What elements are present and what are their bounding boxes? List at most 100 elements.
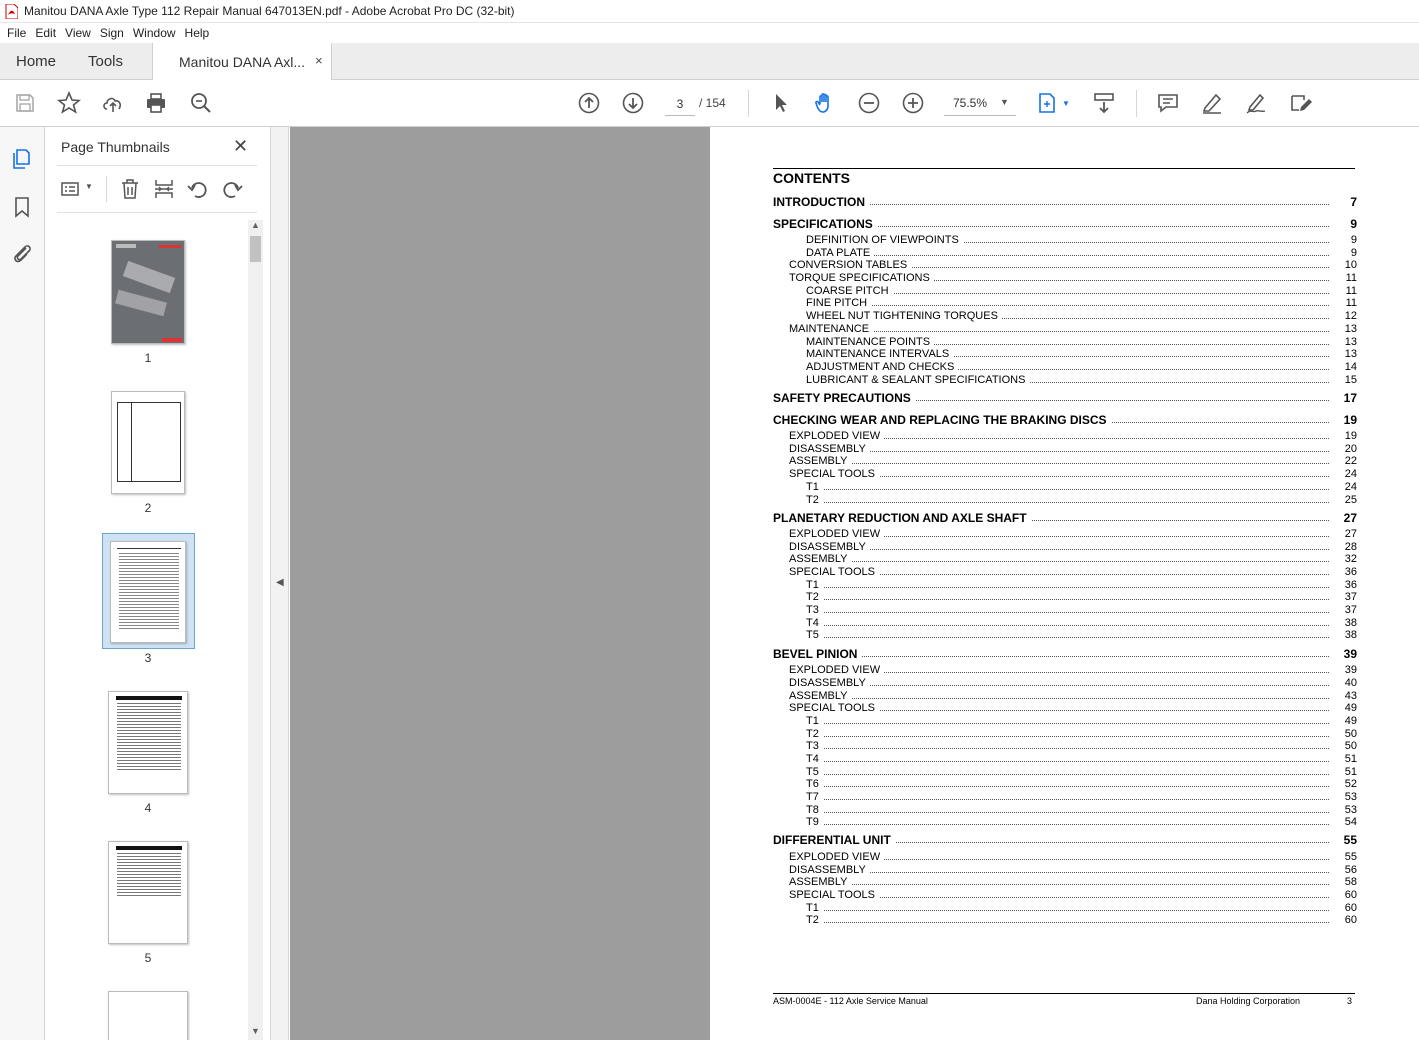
toc-entry[interactable]: WHEEL NUT TIGHTENING TORQUES 12 xyxy=(711,310,1419,324)
next-page-icon[interactable] xyxy=(621,91,645,115)
page-number-input[interactable] xyxy=(665,92,695,116)
toc-entry[interactable]: MAINTENANCE INTERVALS 13 xyxy=(711,348,1419,362)
thumbnail-page-5[interactable] xyxy=(108,841,188,944)
menu-edit[interactable]: Edit xyxy=(31,26,60,40)
toc-entry[interactable]: INTRODUCTION 7 xyxy=(711,195,1419,209)
toc-entry-page: 38 xyxy=(1329,617,1357,629)
toc-entry[interactable]: ASSEMBLY 32 xyxy=(711,553,1419,567)
extract-page-icon[interactable] xyxy=(153,178,175,200)
zoom-in-icon[interactable] xyxy=(901,91,925,115)
thumbnail-page-6[interactable] xyxy=(108,991,188,1040)
collapse-arrow-icon[interactable]: ◀ xyxy=(276,577,284,588)
zoom-search-icon[interactable] xyxy=(189,91,213,115)
toc-entry[interactable]: T6 52 xyxy=(711,778,1419,792)
toc-entry[interactable]: CONVERSION TABLES 10 xyxy=(711,259,1419,273)
page-thumbnails-icon[interactable] xyxy=(10,147,34,171)
toc-entry[interactable]: PLANETARY REDUCTION AND AXLE SHAFT 27 xyxy=(711,511,1419,525)
comment-icon[interactable] xyxy=(1156,91,1180,115)
toc-entry[interactable]: TORQUE SPECIFICATIONS 11 xyxy=(711,272,1419,286)
toc-leader-dots xyxy=(806,761,1329,762)
menu-help[interactable]: Help xyxy=(181,26,214,40)
menu-window[interactable]: Window xyxy=(129,26,180,40)
attachments-icon[interactable] xyxy=(10,241,34,265)
toc-entry[interactable]: T3 50 xyxy=(711,740,1419,754)
scrollbar-thumb[interactable] xyxy=(250,236,261,262)
toc-entry[interactable]: T9 54 xyxy=(711,816,1419,830)
toc-entry[interactable]: BEVEL PINION 39 xyxy=(711,647,1419,661)
fit-page-icon[interactable] xyxy=(1036,91,1064,115)
scroll-up-icon[interactable]: ▲ xyxy=(251,220,260,230)
toc-entry[interactable]: T2 25 xyxy=(711,494,1419,508)
tab-document[interactable]: Manitou DANA Axl... × xyxy=(152,43,332,80)
toc-entry[interactable]: MAINTENANCE 13 xyxy=(711,323,1419,337)
toc-entry[interactable]: T2 60 xyxy=(711,914,1419,928)
toc-entry[interactable]: T5 38 xyxy=(711,629,1419,643)
toc-entry[interactable]: SPECIFICATIONS 9 xyxy=(711,217,1419,231)
toc-entry[interactable]: ASSEMBLY 22 xyxy=(711,455,1419,469)
thumbnail-page-4[interactable] xyxy=(108,691,188,794)
toc-entry-label: SPECIAL TOOLS xyxy=(789,702,880,714)
toc-entry-page: 37 xyxy=(1329,604,1357,616)
toc-entry[interactable]: T4 51 xyxy=(711,753,1419,767)
tab-tools[interactable]: Tools xyxy=(88,53,123,70)
thumbnail-page-1[interactable] xyxy=(111,240,185,344)
toc-entry[interactable]: T3 37 xyxy=(711,604,1419,618)
print-icon[interactable] xyxy=(144,91,168,115)
toc-entry[interactable]: EXPLODED VIEW 39 xyxy=(711,664,1419,678)
upload-cloud-icon[interactable] xyxy=(101,91,125,115)
toc-entry[interactable]: DIFFERENTIAL UNIT 55 xyxy=(711,833,1419,847)
highlight-pen-icon[interactable] xyxy=(1200,91,1224,115)
bookmarks-icon[interactable] xyxy=(10,195,34,219)
previous-page-icon[interactable] xyxy=(577,91,601,115)
menu-sign[interactable]: Sign xyxy=(96,26,128,40)
options-chevron-down-icon[interactable]: ▼ xyxy=(85,182,93,191)
close-panel-icon[interactable]: ✕ xyxy=(233,136,248,157)
toolbar-separator xyxy=(748,90,749,117)
toc-entry[interactable]: EXPLODED VIEW 19 xyxy=(711,430,1419,444)
menu-view[interactable]: View xyxy=(61,26,95,40)
toc-entry[interactable]: CHECKING WEAR AND REPLACING THE BRAKING … xyxy=(711,413,1419,427)
tab-home[interactable]: Home xyxy=(16,53,56,70)
toc-entry[interactable]: ADJUSTMENT AND CHECKS 14 xyxy=(711,361,1419,375)
thumbnail-scrollbar[interactable]: ▲ ▼ xyxy=(248,220,263,1040)
bookmark-star-icon[interactable] xyxy=(56,90,82,115)
toc-entry[interactable]: EXPLODED VIEW 55 xyxy=(711,851,1419,865)
scroll-down-icon[interactable]: ▼ xyxy=(251,1026,260,1036)
delete-page-icon[interactable] xyxy=(119,178,141,200)
options-menu-icon[interactable] xyxy=(61,178,83,200)
toc-entry[interactable]: T1 24 xyxy=(711,481,1419,495)
draw-sign-icon[interactable] xyxy=(1244,91,1268,115)
toc-entry-label: T3 xyxy=(806,740,823,752)
zoom-select[interactable]: 75.5% ▼ xyxy=(944,91,1016,116)
close-tab-icon[interactable]: × xyxy=(315,53,323,68)
edit-fill-sign-icon[interactable] xyxy=(1289,91,1313,115)
toc-entry[interactable]: T2 37 xyxy=(711,591,1419,605)
zoom-out-icon[interactable] xyxy=(857,91,881,115)
toc-entry[interactable]: SPECIAL TOOLS 36 xyxy=(711,566,1419,580)
fit-page-dropdown-icon[interactable]: ▼ xyxy=(1062,99,1070,108)
select-cursor-icon[interactable] xyxy=(769,91,793,115)
toc-entry[interactable]: DEFINITION OF VIEWPOINTS 9 xyxy=(711,234,1419,248)
toc-entry[interactable]: SPECIAL TOOLS 49 xyxy=(711,702,1419,716)
toc-entry[interactable]: T7 53 xyxy=(711,791,1419,805)
toc-entry[interactable]: ASSEMBLY 58 xyxy=(711,876,1419,890)
toc-entry[interactable]: SPECIAL TOOLS 60 xyxy=(711,889,1419,903)
toc-entry-label: T1 xyxy=(806,902,823,914)
rotate-clockwise-icon[interactable] xyxy=(221,178,243,200)
toc-entry[interactable]: EXPLODED VIEW 27 xyxy=(711,528,1419,542)
toc-entry[interactable]: SPECIAL TOOLS 24 xyxy=(711,468,1419,482)
menu-file[interactable]: File xyxy=(3,26,30,40)
panel-collapse-handle[interactable]: ◀ xyxy=(271,127,289,1040)
save-icon[interactable] xyxy=(13,91,37,115)
hand-tool-icon[interactable] xyxy=(813,91,837,115)
scroll-mode-icon[interactable] xyxy=(1092,91,1116,115)
toc-entry[interactable]: DISASSEMBLY 40 xyxy=(711,677,1419,691)
thumbnail-page-3[interactable] xyxy=(110,541,186,643)
rotate-counterclockwise-icon[interactable] xyxy=(187,178,209,200)
toc-entry[interactable]: T1 49 xyxy=(711,715,1419,729)
toc-entry[interactable]: SAFETY PRECAUTIONS 17 xyxy=(711,391,1419,405)
toc-entry[interactable]: LUBRICANT & SEALANT SPECIFICATIONS 15 xyxy=(711,374,1419,388)
toc-entry-label: SPECIAL TOOLS xyxy=(789,468,880,480)
thumbnail-page-2[interactable] xyxy=(111,391,185,494)
toc-entry[interactable]: FINE PITCH 11 xyxy=(711,297,1419,311)
